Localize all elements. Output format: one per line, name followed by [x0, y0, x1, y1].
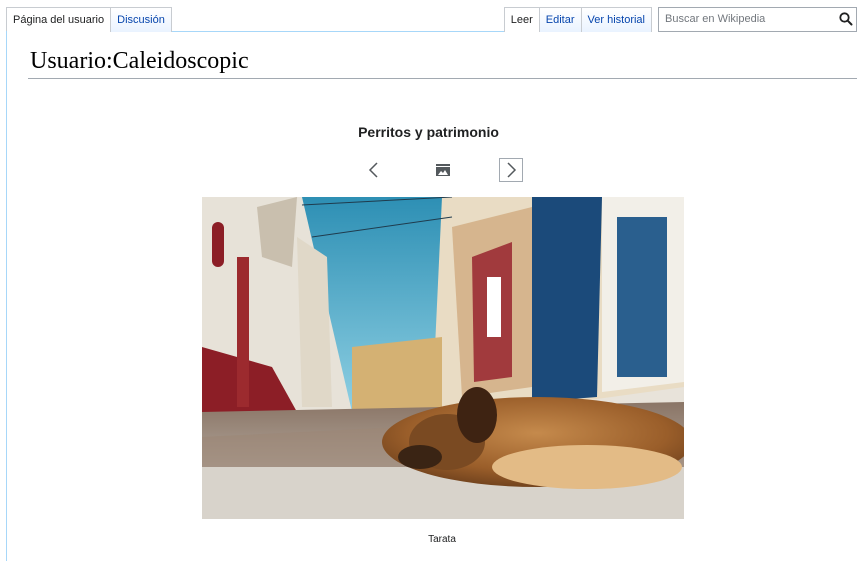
magnifier-icon[interactable] — [838, 11, 854, 27]
previous-image-button[interactable] — [362, 158, 386, 182]
dog-street-photo — [202, 197, 684, 519]
search-input[interactable] — [659, 8, 846, 30]
chevron-right-icon — [507, 162, 517, 178]
content-left-border — [6, 31, 7, 561]
title-divider — [28, 78, 857, 79]
tab-talk[interactable]: Discusión — [111, 7, 172, 32]
slideshow-image[interactable] — [202, 197, 684, 519]
tab-spacer — [171, 7, 504, 32]
search-box — [658, 7, 857, 32]
tab-history[interactable]: Ver historial — [581, 7, 652, 32]
tab-bar: Página del usuario Discusión Leer Editar… — [6, 7, 857, 32]
show-gallery-button[interactable] — [431, 158, 455, 182]
wiki-page: Página del usuario Discusión Leer Editar… — [0, 0, 857, 561]
tab-user-page[interactable]: Página del usuario — [6, 7, 112, 32]
chevron-left-icon — [368, 162, 378, 178]
page-title: Usuario:Caleidoscopic — [30, 48, 249, 74]
slideshow-title: Perritos y patrimonio — [358, 124, 499, 140]
image-caption: Tarata — [428, 534, 456, 545]
tab-edit[interactable]: Editar — [539, 7, 582, 32]
tab-read[interactable]: Leer — [503, 7, 540, 32]
next-image-button[interactable] — [499, 158, 523, 182]
gallery-icon — [436, 164, 450, 176]
